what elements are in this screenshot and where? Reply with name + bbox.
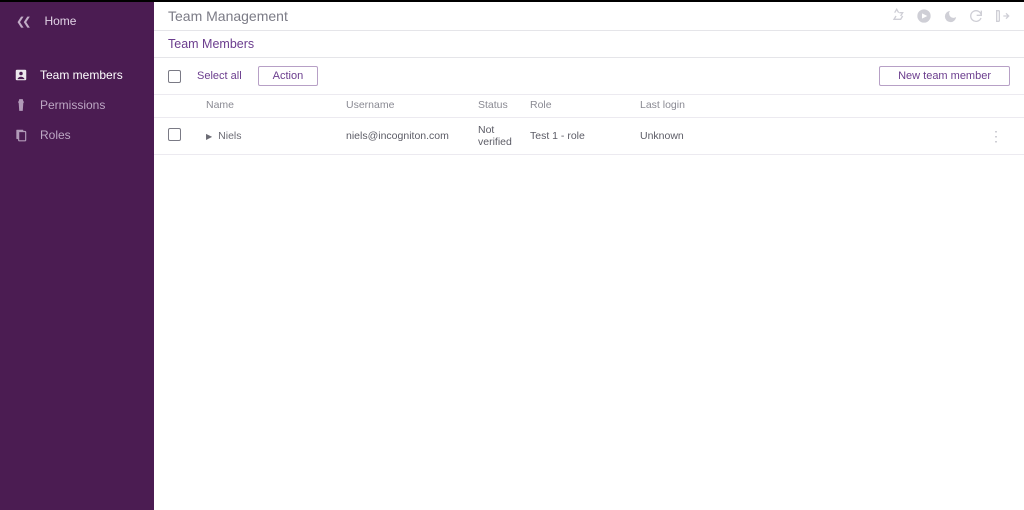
row-actions-menu[interactable]: ⋮ [982,129,1010,143]
sidebar-home-label: Home [44,14,76,28]
recycle-icon[interactable] [890,8,906,24]
cell-name: Niels [218,130,241,142]
logout-icon[interactable] [994,8,1010,24]
sidebar-item-roles[interactable]: Roles [0,120,154,150]
sidebar-home[interactable]: ❮❮ Home [0,2,154,46]
table-header: Name Username Status Role Last login [154,95,1024,118]
roles-icon [14,128,28,142]
sidebar-item-label: Permissions [40,98,105,112]
collapse-chevron-icon: ❮❮ [16,15,28,28]
col-last-login: Last login [640,99,982,111]
page-header: Team Management [154,2,1024,31]
sidebar-item-label: Roles [40,128,71,142]
section-title: Team Members [154,31,1024,58]
col-username: Username [346,99,478,111]
col-name: Name [206,99,346,111]
send-icon[interactable] [916,8,932,24]
action-button[interactable]: Action [258,66,319,86]
table-toolbar: Select all Action New team member [154,58,1024,95]
col-role: Role [530,99,640,111]
sidebar: ❮❮ Home Team members Permissions Roles [0,2,154,510]
permissions-icon [14,98,28,112]
sidebar-item-label: Team members [40,68,123,82]
page-title: Team Management [168,8,288,24]
refresh-icon[interactable] [968,8,984,24]
cell-last-login: Unknown [640,130,982,142]
team-members-icon [14,68,28,82]
cell-status: Not verified [478,124,530,148]
sidebar-item-team-members[interactable]: Team members [0,60,154,90]
main: Team Management Team Members [154,2,1024,510]
expand-row-icon[interactable]: ▶ [206,132,212,141]
select-all-checkbox[interactable] [168,70,181,83]
select-all-link[interactable]: Select all [197,70,242,82]
moon-icon[interactable] [942,8,958,24]
row-checkbox[interactable] [168,128,181,141]
app-shell: ❮❮ Home Team members Permissions Roles T… [0,2,1024,510]
table-row[interactable]: ▶ Niels niels@incogniton.com Not verifie… [154,118,1024,155]
header-toolbar [890,8,1010,24]
cell-username: niels@incogniton.com [346,130,478,142]
new-team-member-button[interactable]: New team member [879,66,1010,86]
sidebar-item-permissions[interactable]: Permissions [0,90,154,120]
col-status: Status [478,99,530,111]
cell-role: Test 1 - role [530,130,640,142]
